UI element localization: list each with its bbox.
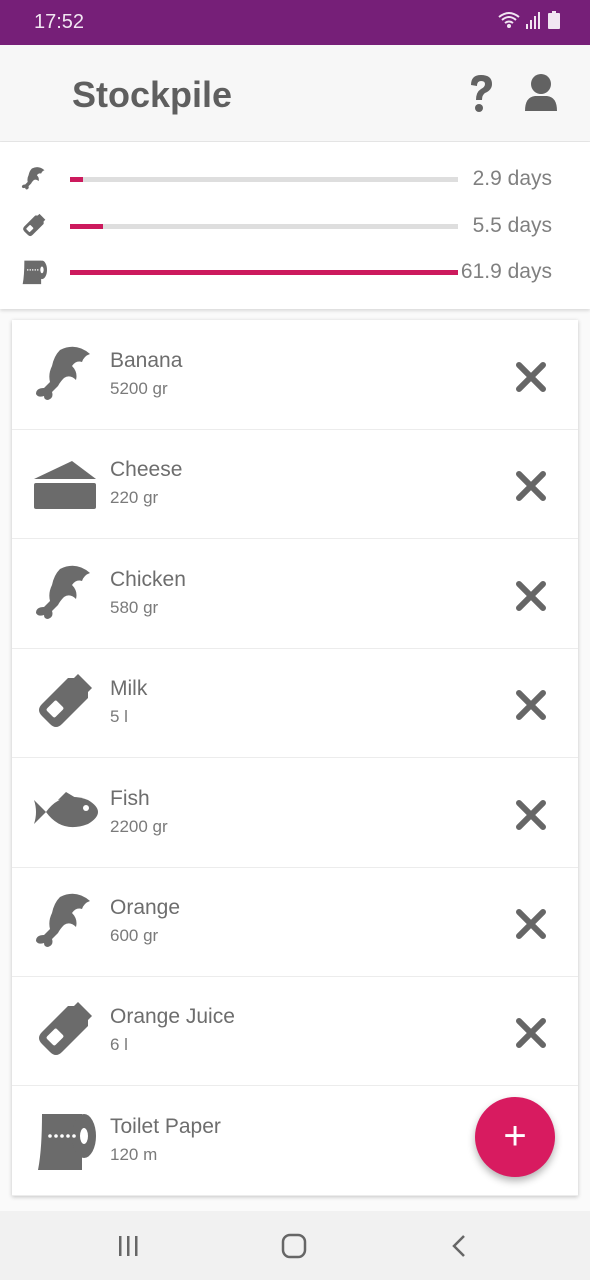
delete-item-button[interactable] <box>512 467 550 505</box>
item-quantity: 600 gr <box>110 926 159 945</box>
status-icons <box>498 11 560 29</box>
days-progress-fill <box>70 223 103 229</box>
home-icon <box>281 1233 307 1259</box>
item-name: Fish <box>110 786 150 810</box>
item-quantity: 5 l <box>110 707 128 727</box>
item-quantity: 6 l <box>110 1035 128 1055</box>
summary-card: 2.9 days 5.5 days 61.9 days <box>0 142 590 309</box>
app-bar: Stockpile <box>0 45 590 142</box>
close-icon <box>516 690 546 721</box>
item-name: Orange Juice <box>110 1005 235 1029</box>
list-item[interactable]: Banana 5200 gr <box>12 320 578 430</box>
item-icon-wrap <box>32 1000 98 1062</box>
cheese-icon <box>34 461 96 510</box>
close-icon <box>516 471 546 502</box>
item-quantity: 120 m <box>110 1144 158 1164</box>
food-icon <box>36 565 90 619</box>
item-name: Toilet Paper <box>110 1114 221 1138</box>
item-quantity: 5200 gr <box>110 379 168 398</box>
list-item[interactable]: Milk 5 l <box>12 648 578 759</box>
recent-apps-button[interactable] <box>108 1231 148 1261</box>
summary-icon-wrap <box>20 166 48 192</box>
days-progress-bar <box>70 223 458 229</box>
account-button[interactable] <box>522 73 560 113</box>
summary-icon-wrap <box>20 213 48 239</box>
list-item[interactable]: Cheese 220 gr <box>12 429 578 540</box>
summary-row: 2.9 days <box>0 164 590 194</box>
summary-row: 61.9 days <box>0 257 590 287</box>
list-item[interactable]: Orange 600 gr <box>12 867 578 977</box>
battery-icon <box>548 11 560 29</box>
drink-icon <box>23 213 46 236</box>
stock-list: Banana 5200 gr Cheese 220 gr Chicken 580 gr Mi… <box>12 320 578 1196</box>
delete-item-button[interactable] <box>512 905 550 943</box>
fish-icon <box>34 791 98 827</box>
recent-apps-icon <box>119 1236 138 1256</box>
food-icon <box>36 346 90 400</box>
wifi-icon <box>498 12 520 28</box>
home-button[interactable] <box>274 1231 314 1261</box>
help-icon <box>471 75 492 112</box>
delete-item-button[interactable] <box>512 796 550 834</box>
account-icon <box>525 74 557 111</box>
delete-item-button[interactable] <box>512 686 550 724</box>
days-progress-bar <box>70 177 458 182</box>
close-icon <box>516 362 546 392</box>
item-name: Orange <box>110 896 181 919</box>
item-icon-wrap <box>32 563 98 625</box>
close-icon <box>516 909 546 939</box>
toilet-paper-icon <box>22 260 47 285</box>
item-quantity: 220 gr <box>110 488 159 508</box>
item-icon-wrap <box>32 782 98 844</box>
days-progress-bar <box>70 270 458 275</box>
item-name: Banana <box>110 349 183 372</box>
close-icon <box>516 580 546 611</box>
item-icon-wrap <box>32 672 98 734</box>
days-remaining-label: 2.9 days <box>472 167 552 190</box>
item-icon-wrap <box>32 344 98 406</box>
item-name: Chicken <box>110 567 186 591</box>
app-title: Stockpile <box>72 74 233 115</box>
summary-icon-wrap <box>20 259 48 285</box>
close-icon <box>516 799 546 830</box>
delete-item-button[interactable] <box>512 358 550 396</box>
days-progress-fill <box>70 177 84 182</box>
item-icon-wrap <box>32 453 98 515</box>
close-icon <box>516 1018 546 1049</box>
list-item[interactable]: Orange Juice 6 l <box>12 976 578 1087</box>
back-icon <box>452 1235 465 1257</box>
navigation-bar <box>0 1211 590 1280</box>
status-bar: 17:52 <box>0 0 590 45</box>
list-item[interactable]: Fish 2200 gr <box>12 758 578 868</box>
bottle-icon <box>39 1002 92 1056</box>
days-remaining-label: 61.9 days <box>460 260 552 283</box>
delete-item-button[interactable] <box>512 1014 550 1052</box>
item-quantity: 580 gr <box>110 597 159 617</box>
days-remaining-label: 5.5 days <box>472 213 552 237</box>
food-icon <box>36 893 90 947</box>
summary-row: 5.5 days <box>0 211 590 241</box>
signal-icon <box>526 12 540 29</box>
item-name: Milk <box>110 677 148 701</box>
add-item-button[interactable]: + <box>475 1097 555 1177</box>
status-time: 17:52 <box>34 11 85 33</box>
toilet-paper-icon <box>38 1113 96 1170</box>
list-item[interactable]: Chicken 580 gr <box>12 539 578 649</box>
bottle-icon <box>39 674 92 728</box>
back-button[interactable] <box>440 1231 480 1261</box>
item-name: Cheese <box>110 458 183 482</box>
item-icon-wrap <box>32 1110 98 1172</box>
food-icon <box>21 167 45 190</box>
item-icon-wrap <box>32 891 98 953</box>
delete-item-button[interactable] <box>512 577 550 615</box>
days-progress-fill <box>70 270 458 275</box>
item-quantity: 2200 gr <box>110 816 168 836</box>
help-button[interactable] <box>462 73 500 113</box>
